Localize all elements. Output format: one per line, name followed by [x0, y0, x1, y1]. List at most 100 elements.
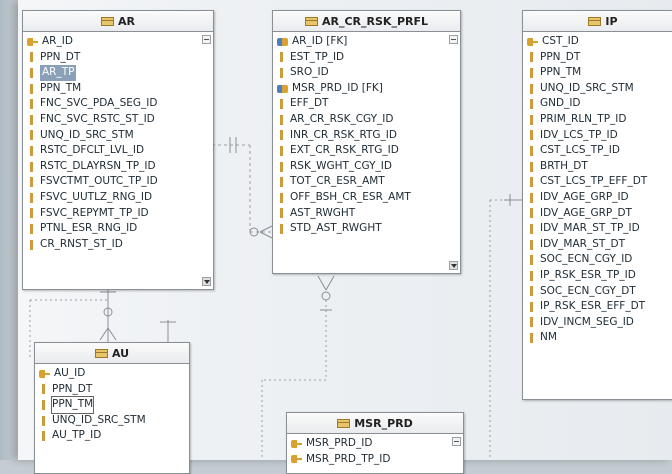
key-icon: [39, 369, 50, 378]
scroll-up-button[interactable]: [202, 35, 211, 44]
column-row[interactable]: CR_RNST_ST_ID: [27, 237, 213, 253]
column-name: PPN_DT: [40, 50, 81, 63]
table-icon: [337, 418, 351, 428]
column-row[interactable]: INR_CR_RSK_RTG_ID: [277, 128, 460, 144]
column-row[interactable]: SOC_ECN_CGY_DT: [527, 284, 672, 300]
column-row[interactable]: MSR_PRD_TP_ID: [291, 452, 463, 468]
column-row[interactable]: IDV_AGE_GRP_DT: [527, 206, 672, 222]
column-name: MSR_PRD_ID: [306, 437, 373, 449]
entity-au[interactable]: AU AU_ID PPN_DT PPN_TM UNQ_ID_SRC_STM AU…: [34, 342, 190, 474]
column-row[interactable]: PPN_TM: [39, 396, 189, 414]
column-row[interactable]: STD_AST_RWGHT: [277, 221, 460, 237]
column-row[interactable]: CST_LCS_TP_ID: [527, 143, 672, 159]
column-row[interactable]: AR_ID [FK]: [277, 34, 460, 50]
entity-ar-header[interactable]: AR: [23, 11, 213, 32]
entity-ip-header[interactable]: IP: [523, 11, 672, 32]
column-icon: [30, 52, 33, 63]
column-row[interactable]: FNC_SVC_PDA_SEG_ID: [27, 96, 213, 112]
scroll-down-button[interactable]: [202, 277, 211, 286]
column-row[interactable]: RSTC_DLAYRSN_TP_ID: [27, 159, 213, 175]
column-row[interactable]: FSVCTMT_OUTC_TP_ID: [27, 174, 213, 190]
column-row[interactable]: AR_ID: [27, 34, 213, 50]
scroll-down-button[interactable]: [449, 261, 458, 270]
column-icon: [530, 161, 533, 172]
entity-ar-cr-rsk-prfl-columns: AR_ID [FK] EST_TP_ID SRO_ID MSR_PRD_ID […: [273, 32, 460, 237]
column-icon: [530, 145, 533, 156]
entity-msr-prd-header[interactable]: MSR_PRD: [287, 413, 463, 434]
column-icon: [530, 52, 533, 63]
column-row[interactable]: EST_TP_ID: [277, 50, 460, 66]
column-row[interactable]: EXT_CR_RSK_RTG_ID: [277, 143, 460, 159]
column-icon: [30, 177, 33, 188]
column-row[interactable]: MSR_PRD_ID [FK]: [277, 81, 460, 97]
column-icon: [30, 83, 33, 94]
column-row[interactable]: OFF_BSH_CR_ESR_AMT: [277, 190, 460, 206]
column-row[interactable]: IP_RSK_ESR_TP_ID: [527, 268, 672, 284]
entity-ar[interactable]: AR AR_ID PPN_DT AR_TP PPN_TM FNC_SVC_PDA…: [22, 10, 214, 290]
column-name: NM: [540, 331, 557, 344]
entity-msr-prd[interactable]: MSR_PRD MSR_PRD_ID MSR_PRD_TP_ID: [286, 412, 464, 474]
column-row[interactable]: TOT_CR_ESR_AMT: [277, 174, 460, 190]
entity-ip[interactable]: IP CST_ID PPN_DT PPN_TM UNQ_ID_SRC_STM G…: [522, 10, 672, 400]
column-name: IP_RSK_ESR_EFF_DT: [540, 300, 646, 313]
column-row[interactable]: IDV_LCS_TP_ID: [527, 128, 672, 144]
table-icon: [305, 16, 318, 26]
column-icon: [42, 431, 45, 442]
entity-ar-cr-rsk-prfl-header[interactable]: AR_CR_RSK_PRFL: [273, 11, 460, 32]
column-row[interactable]: PPN_TM: [527, 65, 672, 81]
column-row[interactable]: UNQ_ID_SRC_STM: [39, 413, 189, 429]
scroll-up-button[interactable]: [452, 437, 461, 446]
column-row[interactable]: IDV_MAR_ST_TP_ID: [527, 221, 672, 237]
column-row[interactable]: AR_TP: [27, 65, 213, 81]
column-row[interactable]: CST_LCS_TP_EFF_DT: [527, 174, 672, 190]
column-name: RSK_WGHT_CGY_ID: [290, 159, 392, 172]
column-icon: [30, 161, 33, 172]
column-row[interactable]: SOC_ECN_CGY_ID: [527, 252, 672, 268]
column-row[interactable]: IDV_AGE_GRP_ID: [527, 190, 672, 206]
column-row[interactable]: AU_ID: [39, 366, 189, 382]
column-row[interactable]: FSVC_REPYMT_TP_ID: [27, 206, 213, 222]
column-row[interactable]: FSVC_UUTLZ_RNG_ID: [27, 190, 213, 206]
column-row[interactable]: BRTH_DT: [527, 159, 672, 175]
column-row[interactable]: FNC_SVC_RSTC_ST_ID: [27, 112, 213, 128]
column-row[interactable]: GND_ID: [527, 96, 672, 112]
column-icon: [280, 192, 283, 203]
column-name: CST_LCS_TP_ID: [540, 144, 620, 157]
entity-ar-cr-rsk-prfl[interactable]: AR_CR_RSK_PRFL AR_ID [FK] EST_TP_ID SRO_…: [272, 10, 461, 274]
column-row[interactable]: PTNL_ESR_RNG_ID: [27, 221, 213, 237]
column-row[interactable]: PRIM_RLN_TP_ID: [527, 112, 672, 128]
column-row[interactable]: AR_CR_RSK_CGY_ID: [277, 112, 460, 128]
column-row[interactable]: EFF_DT: [277, 96, 460, 112]
column-name: INR_CR_RSK_RTG_ID: [290, 128, 397, 141]
column-icon: [42, 399, 45, 410]
column-row[interactable]: PPN_DT: [27, 50, 213, 66]
key-icon: [527, 37, 538, 46]
column-row[interactable]: IDV_MAR_ST_DT: [527, 237, 672, 253]
foreign-key-icon: [277, 84, 288, 93]
column-icon: [280, 177, 283, 188]
column-row[interactable]: IP_RSK_ESR_EFF_DT: [527, 299, 672, 315]
column-icon: [280, 161, 283, 172]
column-row[interactable]: PPN_DT: [527, 50, 672, 66]
column-row[interactable]: RSTC_DFCLT_LVL_ID: [27, 143, 213, 159]
column-row[interactable]: AST_RWGHT: [277, 206, 460, 222]
column-name: TOT_CR_ESR_AMT: [290, 175, 385, 188]
column-row[interactable]: MSR_PRD_ID: [291, 436, 463, 452]
scroll-up-button[interactable]: [449, 35, 458, 44]
column-icon: [42, 415, 45, 426]
column-row[interactable]: PPN_TM: [27, 81, 213, 97]
entity-au-header[interactable]: AU: [35, 343, 189, 364]
column-row[interactable]: CST_ID: [527, 34, 672, 50]
column-row[interactable]: AU_TP_ID: [39, 428, 189, 444]
column-row[interactable]: SRO_ID: [277, 65, 460, 81]
column-icon: [30, 99, 33, 110]
column-row[interactable]: NM: [527, 330, 672, 346]
column-row[interactable]: IDV_INCM_SEG_ID: [527, 315, 672, 331]
column-row[interactable]: PPN_DT: [39, 382, 189, 398]
column-icon: [530, 83, 533, 94]
column-row[interactable]: UNQ_ID_SRC_STM: [527, 81, 672, 97]
column-row[interactable]: RSK_WGHT_CGY_ID: [277, 159, 460, 175]
column-name: OFF_BSH_CR_ESR_AMT: [290, 190, 411, 203]
column-row[interactable]: UNQ_ID_SRC_STM: [27, 128, 213, 144]
column-icon: [30, 67, 33, 78]
